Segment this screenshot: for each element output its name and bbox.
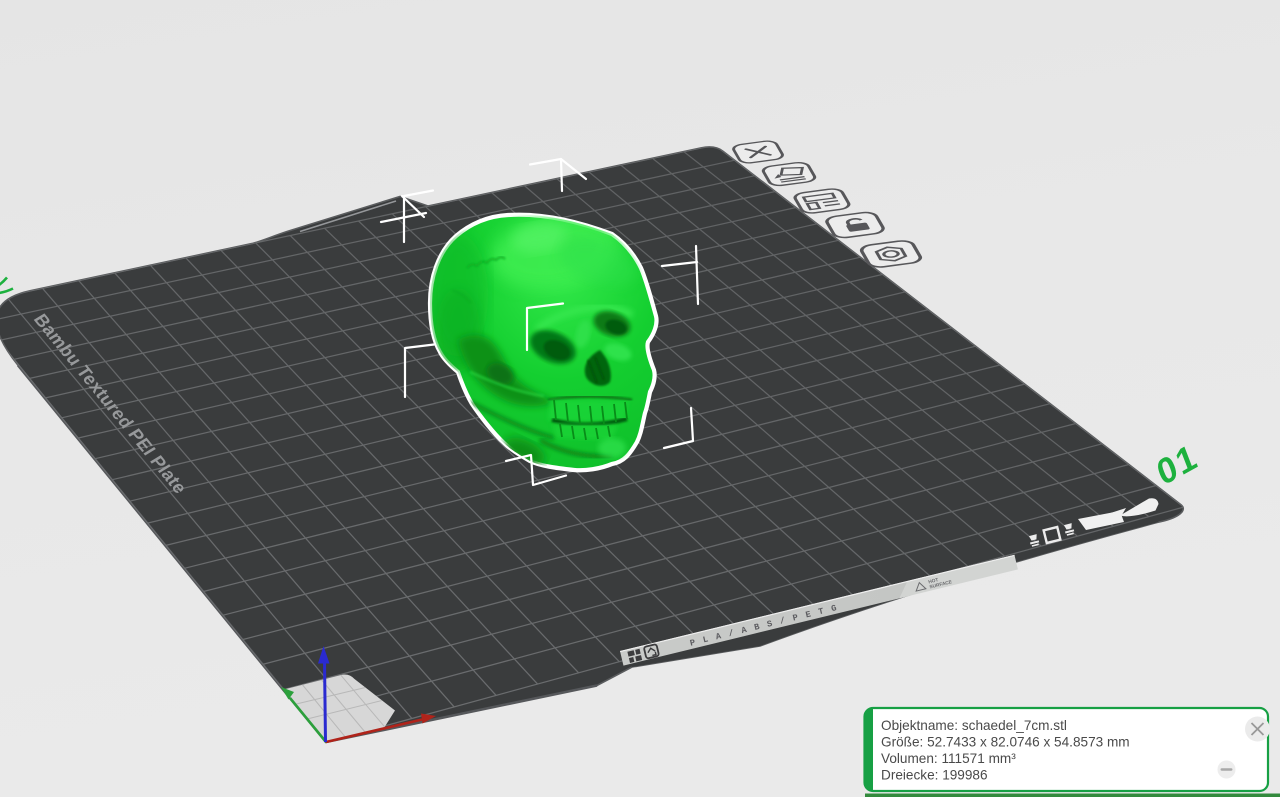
svg-text:Volumen: 111571 mm³: Volumen: 111571 mm³: [881, 751, 1016, 766]
svg-text:Größe: 52.7433 x 82.0746 x 54.: Größe: 52.7433 x 82.0746 x 54.8573 mm: [881, 735, 1130, 750]
svg-text:Dreiecke: 199986: Dreiecke: 199986: [881, 768, 988, 783]
svg-text:Objektname: schaedel_7cm.stl: Objektname: schaedel_7cm.stl: [881, 718, 1067, 733]
